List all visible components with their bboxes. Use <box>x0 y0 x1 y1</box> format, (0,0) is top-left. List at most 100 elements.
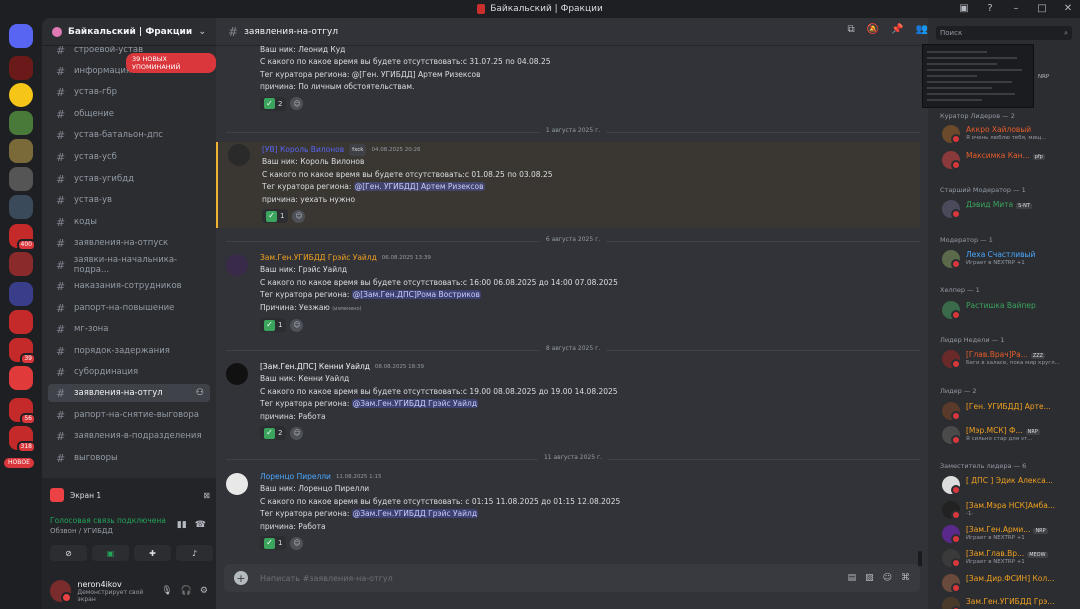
server-icon[interactable]: 318 <box>9 426 36 453</box>
server-icon[interactable]: 56 <box>9 398 36 425</box>
channel-item[interactable]: # рапорт-на-снятие-выговора <box>48 406 210 424</box>
member-item[interactable]: Дэвид Мита S-NT <box>942 198 1078 219</box>
server-icon[interactable] <box>9 111 33 135</box>
pin-icon[interactable]: 📌 <box>891 24 903 35</box>
member-item[interactable]: [Зам.Мэра НСК]Амба... -1- <box>942 499 1078 520</box>
channel-item[interactable]: # устав-угибдд <box>48 170 210 188</box>
scrollbar[interactable] <box>918 551 922 566</box>
channel-item[interactable]: # коды <box>48 213 210 231</box>
reaction-check[interactable]: ✓ 1 <box>260 536 287 551</box>
add-reaction-icon[interactable]: ☺ <box>292 209 306 223</box>
author-name[interactable]: [Зам.Ген.ДПС] Кенни Уайлд <box>260 361 370 373</box>
reaction-check[interactable]: ✓ 2 <box>260 426 287 441</box>
member-item[interactable]: [Ген. УГИБДД] Арте... <box>942 400 1078 421</box>
channel-item[interactable]: # субординация <box>48 363 210 381</box>
channel-item[interactable]: # устав-батальон-дпс <box>48 126 210 144</box>
discord-home-icon[interactable] <box>9 24 33 48</box>
author-name[interactable]: [УВ] Король Вилонов <box>262 144 344 156</box>
add-reaction-icon[interactable]: ☺ <box>290 536 304 550</box>
member-item[interactable]: Растишка Вайпер <box>942 299 1078 320</box>
minimize-button[interactable]: – <box>1010 2 1022 14</box>
add-reaction-icon[interactable]: ☺ <box>290 97 304 111</box>
user-mention[interactable]: @Зам.Ген.УГИБДД Грэйс Уайлд <box>351 509 479 519</box>
soundboard-button[interactable]: ♪ <box>176 545 213 561</box>
member-item[interactable]: [Зам.Дир.ФСИН] Кол... <box>942 572 1078 593</box>
headphones-icon[interactable]: 🎧 <box>181 586 192 596</box>
channel-item[interactable]: # порядок-задержания <box>48 342 210 360</box>
member-item[interactable]: Максимка Кан... pfp <box>942 149 1078 170</box>
gear-icon[interactable]: ⚙ <box>200 586 208 596</box>
activity-button[interactable]: ✚ <box>134 545 171 561</box>
channel-item-active[interactable]: # заявления-на-отгул ⚇ <box>48 384 210 402</box>
channel-item[interactable]: # выговоры <box>48 449 210 467</box>
member-item[interactable]: Зам.Ген.УГИБДД Грэ... <box>942 595 1078 609</box>
member-item[interactable]: [Мэр.МСК] Ф... NRP Я сильно стар для эт... <box>942 424 1078 445</box>
channel-item[interactable]: # общение <box>48 105 210 123</box>
channel-item[interactable]: # устав-усб <box>48 148 210 166</box>
server-icon[interactable] <box>9 167 33 191</box>
user-mention[interactable]: @[Ген. УГИБДД] Артем Ризексов <box>353 182 485 192</box>
channel-item[interactable]: # устав-ув <box>48 191 210 209</box>
channel-item[interactable]: # устав-гбр <box>48 83 210 101</box>
member-item[interactable]: [Глав.Врач]Ра... ZZZ Беги в халасе, пока м… <box>942 348 1078 369</box>
help-icon[interactable]: ? <box>984 2 996 14</box>
user-mention[interactable]: @Зам.Ген.УГИБДД Грэйс Уайлд <box>351 399 479 409</box>
author-avatar[interactable] <box>228 144 250 166</box>
server-icon[interactable] <box>9 83 33 107</box>
threads-icon[interactable]: ⧉ <box>848 24 855 35</box>
gamepad-icon[interactable]: ⌘ <box>901 573 910 583</box>
guild-header[interactable]: Байкальский | Фракции ⌄ <box>42 18 216 46</box>
emoji-icon[interactable]: ☺ <box>883 573 892 583</box>
member-item[interactable]: Леха Счастливый Играет в NEXTRP +1 <box>942 248 1078 269</box>
screen-share-button[interactable]: ▣ <box>92 545 129 561</box>
server-icon[interactable] <box>9 195 33 219</box>
screen-share-row[interactable]: Экран 1 ⊠ <box>48 482 210 508</box>
folder-icon[interactable] <box>9 282 33 306</box>
search-input[interactable]: Поиск ⌕ <box>936 26 1072 40</box>
author-name[interactable]: Зам.Ген.УГИБДД Грэйс Уайлд <box>260 252 377 264</box>
inbox-icon[interactable]: ▣ <box>958 2 970 14</box>
reaction-check[interactable]: ✓ 2 <box>260 96 287 112</box>
plus-icon[interactable]: + <box>234 571 248 585</box>
add-user-icon[interactable]: ⚇ <box>196 388 204 398</box>
server-icon[interactable] <box>9 139 33 163</box>
member-item[interactable]: [Зам.Ген.Арми... NRP Играет в NEXTRP +1 <box>942 523 1078 544</box>
disconnect-icon[interactable]: ☎ <box>195 520 206 530</box>
author-name[interactable]: Лоренцо Пирелли <box>260 471 331 483</box>
channel-item[interactable]: # заявления-на-отпуск <box>48 234 210 252</box>
new-messages-pill[interactable]: НОВОЕ <box>4 458 34 468</box>
server-icon[interactable]: 39 <box>9 338 36 365</box>
server-icon[interactable] <box>9 56 33 80</box>
author-avatar[interactable] <box>226 254 248 276</box>
reaction-check[interactable]: ✓ 1 <box>262 209 289 224</box>
channel-item[interactable]: # наказания-сотрудников <box>48 277 210 295</box>
member-item[interactable]: Аккро Хайловый Я очень люблю тебя, мищ... <box>942 123 1078 144</box>
maximize-button[interactable]: □ <box>1036 2 1048 14</box>
server-icon[interactable] <box>9 310 33 334</box>
channel-item[interactable]: # заявления-в-подразделения <box>48 427 210 445</box>
add-reaction-icon[interactable]: ☺ <box>290 318 304 332</box>
sticker-icon[interactable]: ▨ <box>865 573 874 583</box>
author-avatar[interactable] <box>226 363 248 385</box>
author-avatar[interactable] <box>226 473 248 495</box>
channel-item[interactable]: # мг-зона <box>48 320 210 338</box>
signal-icon[interactable]: ▮▮ <box>177 520 187 530</box>
stop-stream-icon[interactable]: ⊠ <box>203 491 210 500</box>
member-item[interactable]: [Зам.Глав.Вр... MEOW Играет в NEXTRP +1 <box>942 547 1078 568</box>
close-button[interactable]: ✕ <box>1062 2 1074 14</box>
channel-item[interactable]: # рапорт-на-повышение <box>48 299 210 317</box>
members-icon[interactable]: 👥 <box>916 24 928 35</box>
new-mentions-pill[interactable]: 39 НОВЫХ УПОМИНАНИЙ <box>126 53 216 73</box>
gif-icon[interactable]: ▤ <box>848 573 857 583</box>
server-icon[interactable] <box>9 252 33 276</box>
microphone-icon[interactable]: 🎙 <box>161 586 172 596</box>
user-mention[interactable]: @[Зам.Ген.ДПС]Рома Востриков <box>351 290 481 300</box>
server-icon[interactable] <box>9 366 33 390</box>
reaction-check[interactable]: ✓ 1 <box>260 318 287 333</box>
message-input[interactable] <box>260 573 848 583</box>
camera-off-button[interactable]: ⊘ <box>50 545 87 561</box>
voice-channel-link[interactable]: Обзвон / УГИБДД <box>50 527 113 535</box>
notifications-icon[interactable]: 🔕 <box>867 24 879 35</box>
stream-preview[interactable] <box>922 44 1034 108</box>
member-item[interactable]: [ ДПС ] Эдик Алекса... <box>942 474 1078 495</box>
